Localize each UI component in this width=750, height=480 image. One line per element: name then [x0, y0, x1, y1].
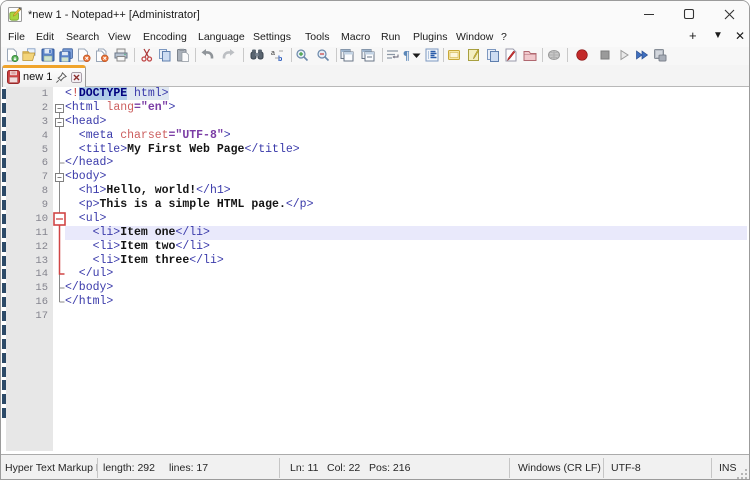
svg-text:b: b — [278, 56, 282, 62]
svg-text:a: a — [271, 50, 275, 57]
svg-text:¶: ¶ — [403, 49, 410, 63]
